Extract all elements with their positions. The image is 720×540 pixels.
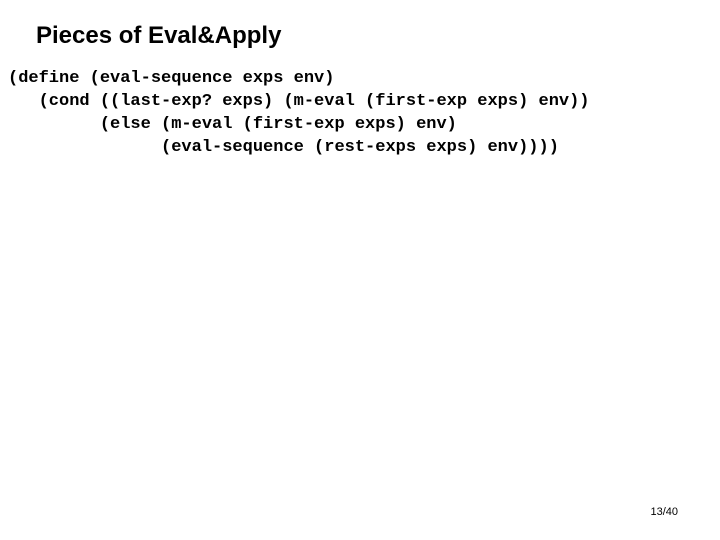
code-line: (define (eval-sequence exps env) — [8, 69, 334, 88]
slide-title: Pieces of Eval&Apply — [0, 22, 720, 50]
code-line: (cond ((last-exp? exps) (m-eval (first-e… — [8, 92, 590, 111]
slide-container: Pieces of Eval&Apply (define (eval-seque… — [0, 0, 720, 540]
code-line: (else (m-eval (first-exp exps) env) — [8, 115, 457, 134]
page-number: 13/40 — [650, 506, 678, 518]
code-block: (define (eval-sequence exps env) (cond (… — [0, 68, 720, 160]
code-line: (eval-sequence (rest-exps exps) env)))) — [8, 138, 559, 157]
